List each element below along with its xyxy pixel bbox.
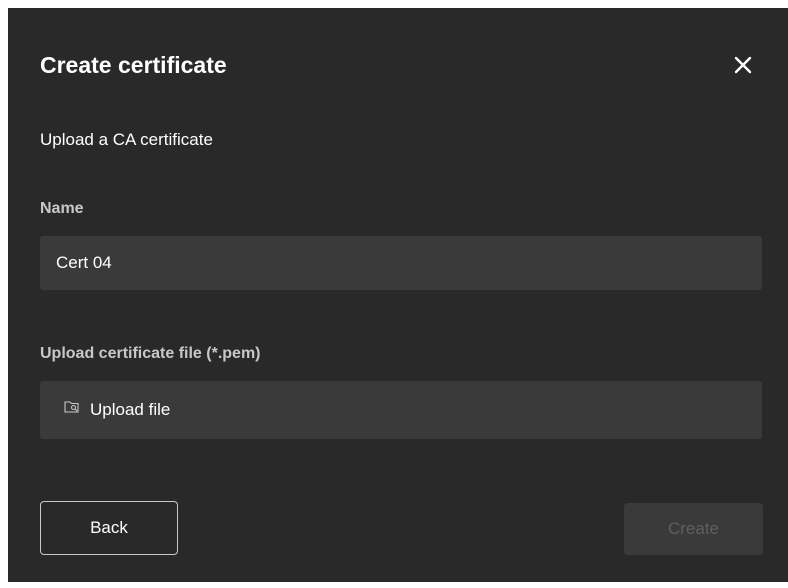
name-input[interactable] xyxy=(40,236,762,290)
close-button[interactable] xyxy=(728,50,758,80)
certificate-file-label: Upload certificate file (*.pem) xyxy=(40,345,261,362)
back-button[interactable]: Back xyxy=(40,501,178,555)
create-button: Create xyxy=(624,503,763,555)
name-field-label: Name xyxy=(40,200,84,217)
close-icon xyxy=(734,56,752,74)
upload-file-button[interactable]: Upload file xyxy=(40,381,762,439)
create-certificate-dialog: Create certificate Upload a CA certifica… xyxy=(8,8,788,582)
dialog-subtitle: Upload a CA certificate xyxy=(40,130,213,149)
dialog-title: Create certificate xyxy=(40,52,227,78)
folder-search-icon xyxy=(64,401,79,413)
upload-file-label: Upload file xyxy=(90,400,171,419)
